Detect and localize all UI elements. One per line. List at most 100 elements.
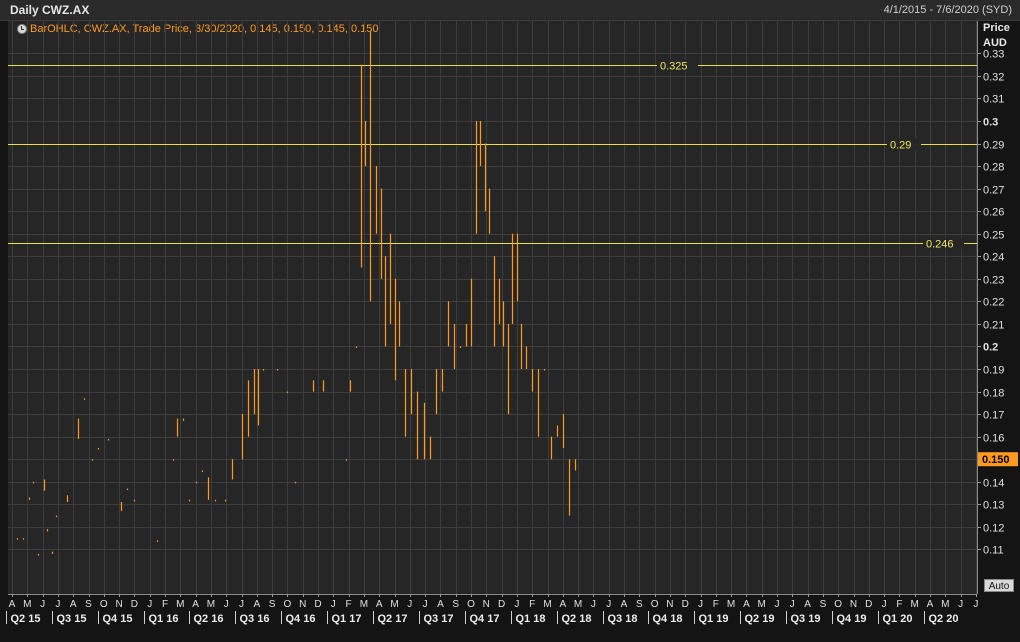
x-month-label: S: [636, 599, 643, 610]
x-month-label: A: [804, 599, 811, 610]
y-tick-label: 0.16: [983, 433, 1004, 445]
y-tick-label: 0.2: [983, 342, 998, 354]
x-month-label: M: [207, 599, 215, 610]
x-quarter-label: Q2 15: [11, 613, 41, 625]
y-tick-label: 0.21: [983, 320, 1004, 332]
x-month-label: J: [790, 599, 795, 610]
x-quarter-label: Q3 15: [57, 613, 87, 625]
x-month-label: M: [23, 599, 31, 610]
x-quarter-label: Q1 16: [149, 613, 179, 625]
x-quarter-label: Q3 19: [791, 613, 821, 625]
x-month-label: J: [606, 599, 611, 610]
x-month-label: N: [115, 599, 122, 610]
x-month-label: S: [269, 599, 276, 610]
x-month-label: J: [423, 599, 428, 610]
x-quarter-label: Q3 17: [424, 613, 454, 625]
x-month-label: A: [743, 599, 750, 610]
x-month-label: J: [698, 599, 703, 610]
x-month-label: J: [973, 599, 978, 610]
x-month-label: S: [452, 599, 459, 610]
x-month-label: M: [941, 599, 949, 610]
x-month-label: A: [559, 599, 566, 610]
x-month-label: O: [834, 599, 842, 610]
x-month-label: J: [40, 599, 45, 610]
x-month-label: M: [176, 599, 184, 610]
x-month-label: N: [850, 599, 857, 610]
x-month-label: J: [514, 599, 519, 610]
y-tick-label: 0.29: [983, 140, 1004, 152]
x-quarter-label: Q1 19: [699, 613, 729, 625]
horizontal-line-label: 0.325: [660, 61, 688, 73]
x-month-label: S: [820, 599, 827, 610]
x-month-label: A: [253, 599, 260, 610]
x-quarter-label: Q2 16: [194, 613, 224, 625]
y-tick-label: 0.3: [983, 117, 998, 129]
x-month-label: D: [314, 599, 321, 610]
x-quarter-label: Q4 16: [286, 613, 316, 625]
x-month-label: F: [162, 599, 168, 610]
y-tick-label: 0.12: [983, 523, 1004, 535]
x-month-label: O: [100, 599, 108, 610]
x-month-label: F: [529, 599, 535, 610]
y-tick-label: 0.28: [983, 162, 1004, 174]
y-tick-label: 0.26: [983, 207, 1004, 219]
x-month-label: A: [192, 599, 199, 610]
x-month-label: D: [498, 599, 505, 610]
x-month-label: J: [224, 599, 229, 610]
x-month-label: J: [55, 599, 60, 610]
x-month-label: N: [483, 599, 490, 610]
ohlc-chart: 0.110.120.130.140.150.160.170.180.190.20…: [6, 21, 1018, 625]
x-quarter-label: Q1 20: [883, 613, 913, 625]
x-month-label: F: [713, 599, 719, 610]
x-quarter-label: Q4 15: [103, 613, 133, 625]
x-quarter-label: Q3 16: [240, 613, 270, 625]
x-month-label: A: [437, 599, 444, 610]
x-month-label: D: [865, 599, 872, 610]
x-month-label: J: [331, 599, 336, 610]
y-tick-label: 0.24: [983, 252, 1004, 264]
y-tick-label: 0.27: [983, 185, 1004, 197]
x-month-label: D: [682, 599, 689, 610]
y-tick-label: 0.23: [983, 275, 1004, 287]
horizontal-line-label: 0.246: [926, 239, 954, 251]
x-month-label: J: [591, 599, 596, 610]
x-month-label: M: [727, 599, 735, 610]
x-quarter-label: Q3 18: [608, 613, 638, 625]
x-month-label: A: [376, 599, 383, 610]
x-month-label: A: [9, 599, 16, 610]
y-tick-label: 0.13: [983, 500, 1004, 512]
x-month-label: J: [882, 599, 887, 610]
x-month-label: M: [574, 599, 582, 610]
x-month-label: S: [85, 599, 92, 610]
x-month-label: J: [147, 599, 152, 610]
x-month-label: M: [390, 599, 398, 610]
x-month-label: F: [896, 599, 902, 610]
x-month-label: A: [927, 599, 934, 610]
x-quarter-label: Q4 18: [653, 613, 683, 625]
last-price-label: 0.150: [982, 454, 1010, 466]
x-month-label: O: [651, 599, 659, 610]
x-month-label: M: [758, 599, 766, 610]
y-tick-label: 0.22: [983, 297, 1004, 309]
y-tick-label: 0.17: [983, 410, 1004, 422]
x-month-label: F: [346, 599, 352, 610]
x-month-label: O: [467, 599, 475, 610]
x-quarter-label: Q1 17: [332, 613, 362, 625]
x-month-label: J: [239, 599, 244, 610]
x-quarter-label: Q2 19: [745, 613, 775, 625]
x-month-label: N: [299, 599, 306, 610]
x-month-label: O: [284, 599, 292, 610]
x-quarter-label: Q2 18: [562, 613, 592, 625]
y-tick-label: 0.31: [983, 94, 1004, 106]
x-quarter-label: Q4 19: [837, 613, 867, 625]
x-month-label: M: [911, 599, 919, 610]
x-month-label: J: [775, 599, 780, 610]
y-tick-label: 0.25: [983, 230, 1004, 242]
x-month-label: M: [360, 599, 368, 610]
x-quarter-label: Q1 18: [516, 613, 546, 625]
horizontal-line-label: 0.29: [890, 140, 911, 152]
x-month-label: M: [543, 599, 551, 610]
x-quarter-label: Q2 20: [929, 613, 959, 625]
x-month-label: A: [621, 599, 628, 610]
y-tick-label: 0.11: [983, 545, 1004, 557]
